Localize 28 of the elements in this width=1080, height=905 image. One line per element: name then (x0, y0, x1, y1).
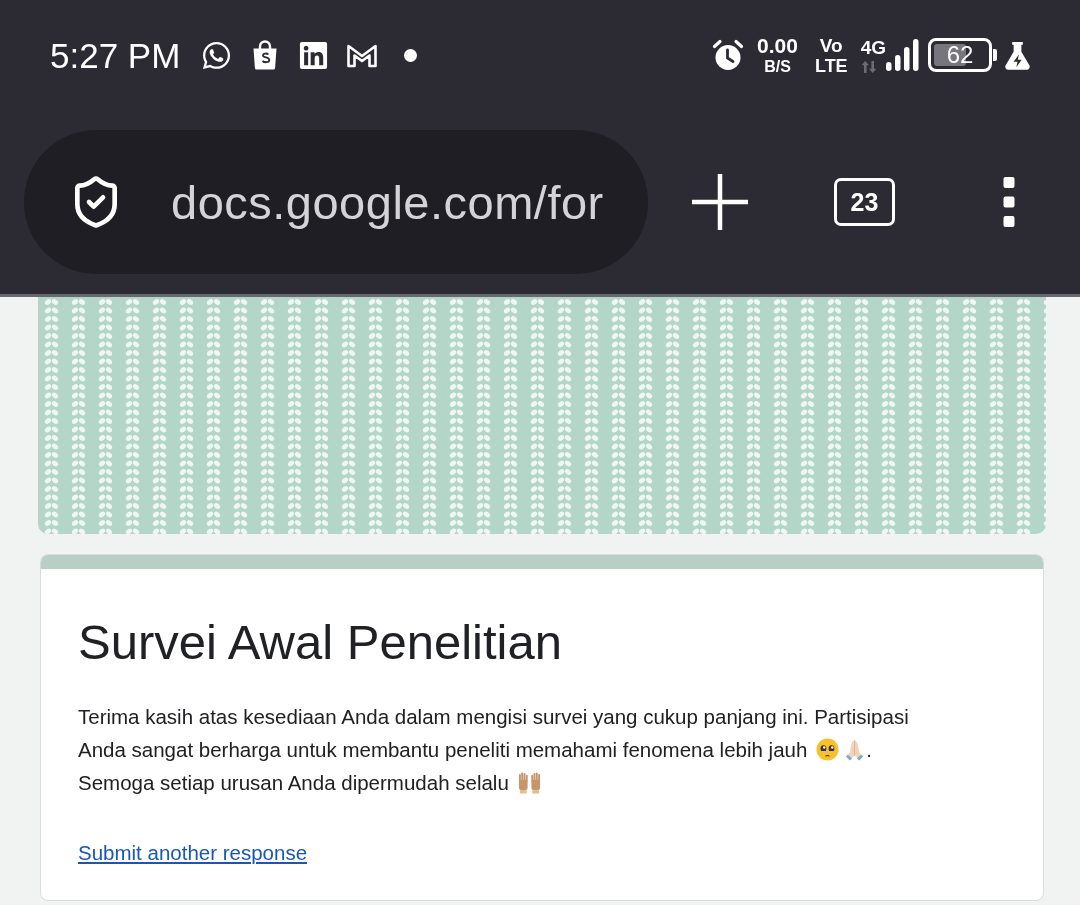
raising-hands-icon (516, 770, 542, 794)
teary-face-icon (816, 737, 840, 761)
alarm-clock-icon (712, 39, 745, 71)
speech-bubble-phone-icon (201, 39, 233, 71)
more-options-button[interactable] (1003, 177, 1015, 227)
network-speed-unit-text: B/S (764, 59, 791, 75)
submit-another-response-link[interactable]: Submit another response (78, 835, 308, 869)
data-arrows-icon (860, 60, 877, 73)
signal-bars-icon (886, 39, 919, 71)
tab-count-button[interactable]: 23 (834, 178, 895, 226)
flask-bolt-icon (1002, 39, 1033, 71)
network-type-text: 4G (860, 37, 886, 57)
address-bar[interactable]: docs.google.com/for (24, 130, 648, 274)
more-vertical-icon (1003, 177, 1015, 227)
volte-text: LTE (814, 56, 848, 75)
plus-icon (692, 174, 748, 230)
notification-dot-icon (404, 48, 418, 62)
battery-percent-text: 62 (945, 42, 975, 68)
volte-text: Vo (819, 35, 843, 55)
status-time: 5:27 PM (50, 37, 181, 73)
new-tab-button[interactable] (692, 174, 748, 230)
m-outline-icon (346, 42, 379, 68)
description-text: Anda sangat berharga untuk membantu peneliti memahami fenomena lebih jauh (78, 736, 808, 763)
form-title: Survei Awal Penelitian (78, 614, 563, 671)
description-text: Terima kasih atas kesediaan Anda dalam mengisi survei yang cukup panjang ini. Partisipasi (78, 703, 909, 730)
network-speed-text: 0.00 (757, 35, 798, 56)
description-text: Semoga setiap urusan Anda dipermudah selalu (78, 769, 509, 796)
description-text: . (866, 736, 873, 763)
